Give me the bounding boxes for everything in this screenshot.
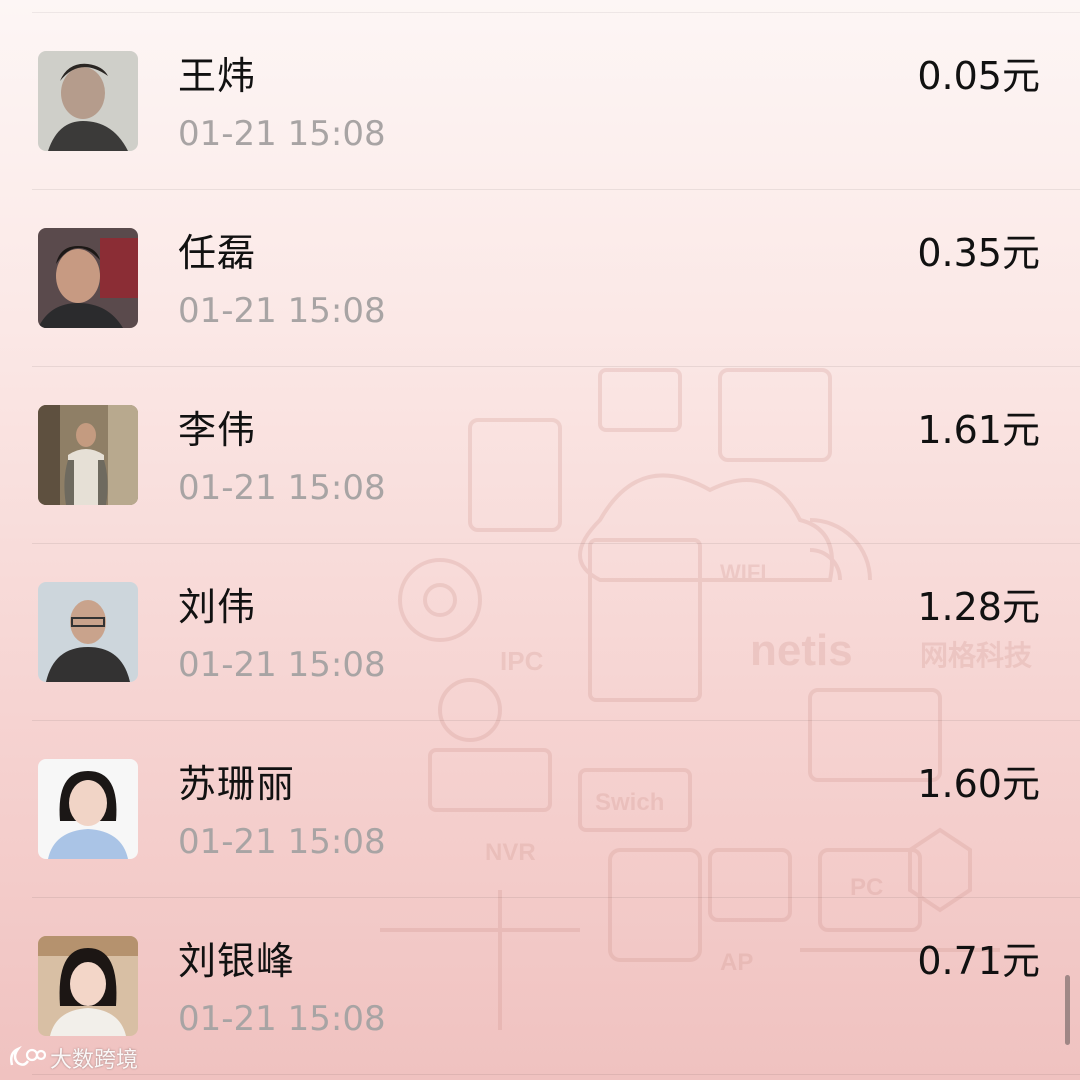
timestamp: 01-21 15:08 xyxy=(178,822,386,862)
list-item[interactable]: 任磊 01-21 15:08 0.35元 xyxy=(32,190,1080,367)
contact-name: 任磊 xyxy=(178,231,257,275)
list-item[interactable]: 王炜 01-21 15:08 0.05元 xyxy=(32,13,1080,190)
contact-name: 刘银峰 xyxy=(178,939,296,983)
list-item[interactable]: 刘银峰 01-21 15:08 0.71元 xyxy=(32,898,1080,1075)
timestamp: 01-21 15:08 xyxy=(178,468,386,508)
list-item[interactable]: 苏珊丽 01-21 15:08 1.60元 xyxy=(32,721,1080,898)
watermark-logo-icon xyxy=(10,1045,46,1066)
timestamp: 01-21 15:08 xyxy=(178,645,386,685)
watermark-text: 大数跨境 xyxy=(50,1048,139,1073)
avatar xyxy=(38,51,138,151)
contact-name: 李伟 xyxy=(178,408,257,452)
avatar xyxy=(38,582,138,682)
contact-name: 王炜 xyxy=(178,54,257,98)
amount: 0.35元 xyxy=(917,231,1040,275)
amount: 1.28元 xyxy=(917,585,1040,629)
amount: 1.61元 xyxy=(917,408,1040,452)
avatar xyxy=(38,936,138,1036)
avatar xyxy=(38,405,138,505)
amount: 0.05元 xyxy=(917,54,1040,98)
contact-name: 刘伟 xyxy=(178,585,257,629)
avatar xyxy=(38,228,138,328)
watermark: 大数跨境 xyxy=(8,1042,138,1074)
transaction-list: 王炜 01-21 15:08 0.05元 任磊 01-21 15:08 0.35… xyxy=(0,13,1080,1075)
contact-name: 苏珊丽 xyxy=(178,762,296,806)
timestamp: 01-21 15:08 xyxy=(178,291,386,331)
timestamp: 01-21 15:08 xyxy=(178,999,386,1039)
amount: 0.71元 xyxy=(917,939,1040,983)
avatar xyxy=(38,759,138,859)
amount: 1.60元 xyxy=(917,762,1040,806)
list-item[interactable]: 李伟 01-21 15:08 1.61元 xyxy=(32,367,1080,544)
list-item[interactable]: 刘伟 01-21 15:08 1.28元 xyxy=(32,544,1080,721)
timestamp: 01-21 15:08 xyxy=(178,114,386,154)
scrollbar[interactable] xyxy=(1065,975,1070,1045)
